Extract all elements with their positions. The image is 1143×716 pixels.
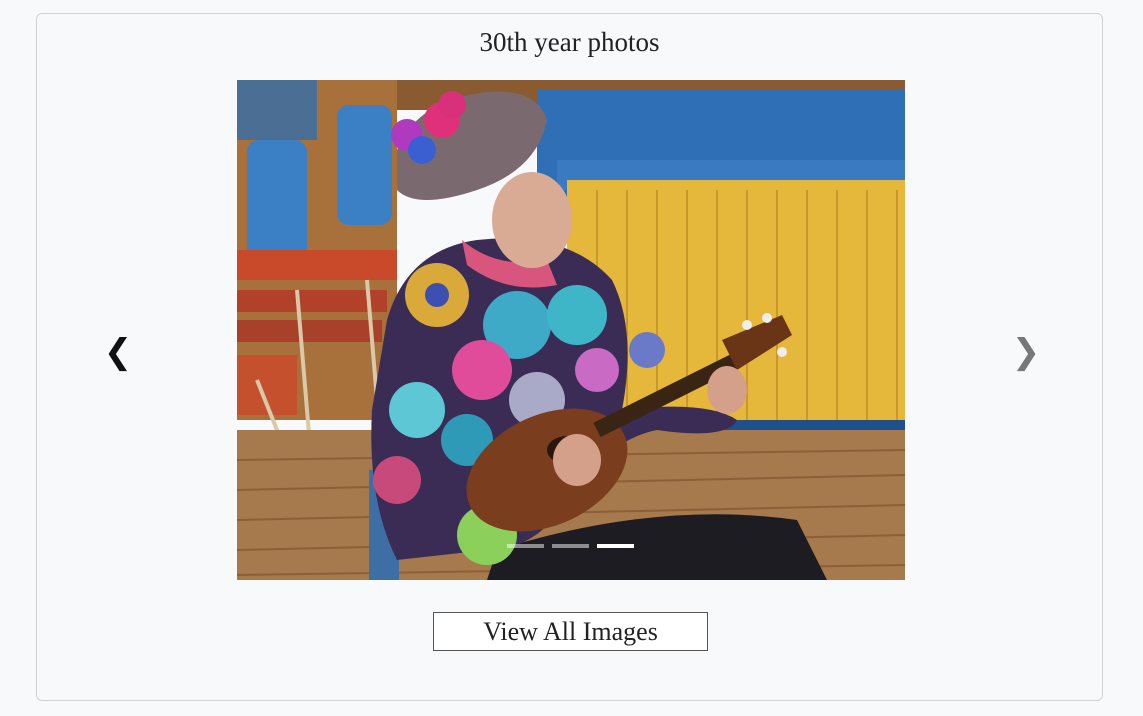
carousel-indicators bbox=[507, 544, 634, 548]
photo-image bbox=[237, 80, 905, 580]
gallery-title: 30th year photos bbox=[479, 27, 660, 57]
next-arrow-icon[interactable]: ❯ bbox=[1006, 332, 1046, 372]
gallery-card: 30th year photos ❮ ❯ View All Images bbox=[36, 13, 1103, 701]
carousel-indicator-1[interactable] bbox=[507, 544, 544, 548]
carousel-indicator-3[interactable] bbox=[597, 544, 634, 548]
carousel-indicator-2[interactable] bbox=[552, 544, 589, 548]
carousel-photo bbox=[237, 80, 905, 580]
view-all-images-button[interactable]: View All Images bbox=[433, 612, 708, 651]
prev-arrow-icon[interactable]: ❮ bbox=[98, 332, 138, 372]
